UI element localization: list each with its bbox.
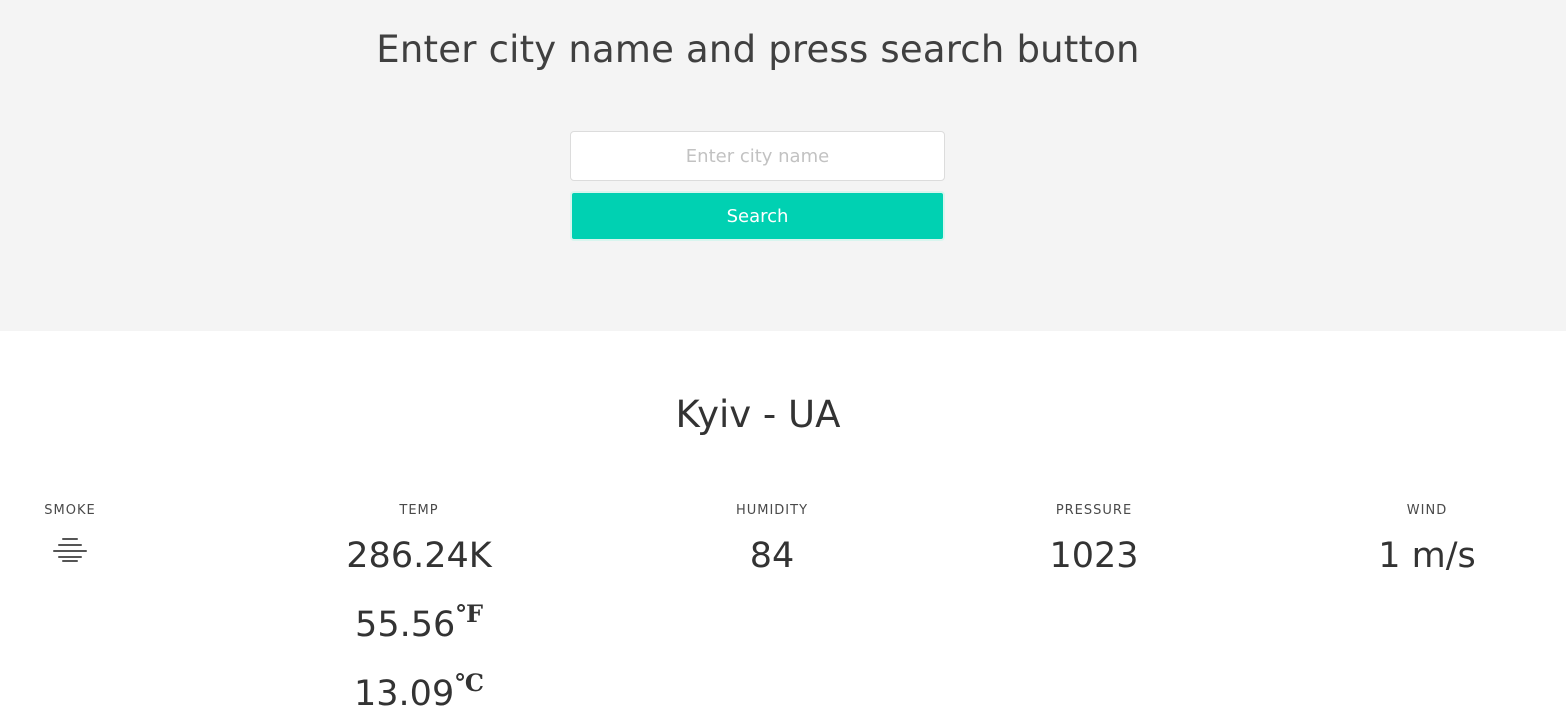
temp-label: TEMP [399, 503, 439, 518]
pressure-value: 1023 [1049, 536, 1139, 576]
temp-kelvin-value: 286.24K [346, 536, 492, 576]
search-button[interactable]: Search [570, 191, 945, 241]
page-title: Enter city name and press search button [376, 28, 1140, 71]
temp-fahrenheit-value: 55.56 [355, 605, 456, 645]
smoke-icon [53, 538, 87, 562]
city-title: Kyiv - UA [675, 393, 841, 436]
pressure-stat: PRESSURE 1023 [974, 502, 1214, 585]
temp-celsius-line: 13.09℃ [299, 654, 539, 723]
fahrenheit-unit: ℉ [456, 599, 483, 628]
wind-stat: WIND 1 m/s [1307, 502, 1547, 585]
humidity-label: HUMIDITY [735, 503, 809, 518]
humidity-value: 84 [749, 536, 795, 576]
condition-stat: SMOKE [0, 502, 190, 562]
temp-fahrenheit-line: 55.56℉ [299, 585, 539, 654]
search-hero: Enter city name and press search button … [0, 0, 1566, 331]
celsius-unit: ℃ [455, 668, 484, 697]
wind-label: WIND [1406, 503, 1448, 518]
temp-celsius-value: 13.09 [354, 674, 455, 714]
pressure-label: PRESSURE [1055, 503, 1133, 518]
wind-value: 1 m/s [1378, 536, 1476, 576]
city-search-input[interactable] [570, 131, 945, 181]
condition-label: SMOKE [44, 503, 96, 518]
temp-stat: TEMP 286.24K 55.56℉ 13.09℃ [299, 502, 539, 723]
humidity-stat: HUMIDITY 84 [652, 502, 892, 585]
